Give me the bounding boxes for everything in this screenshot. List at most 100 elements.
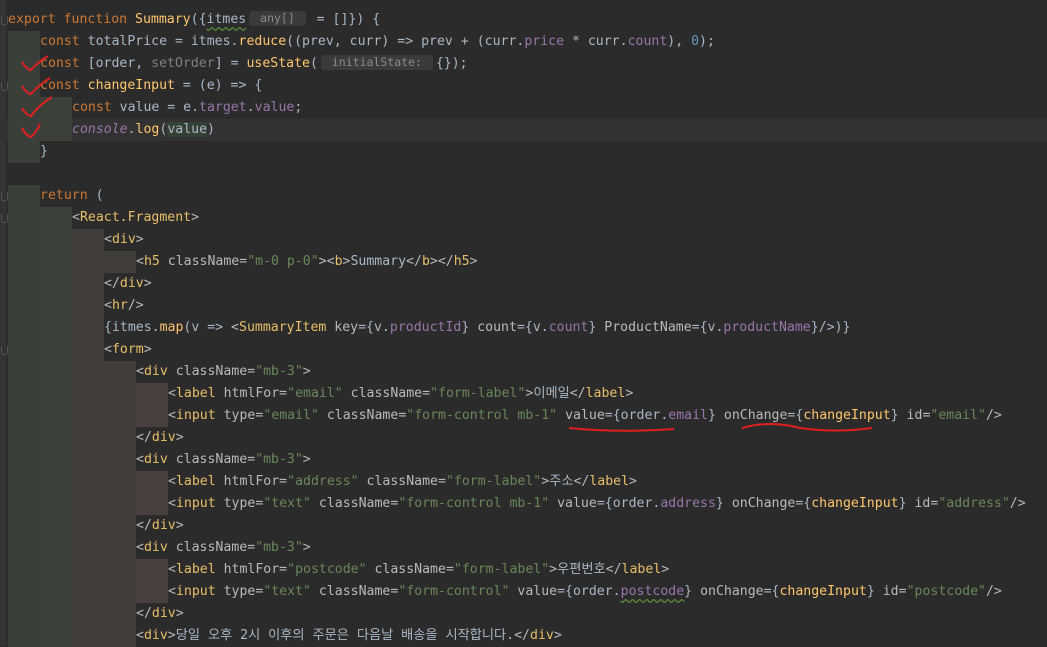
code-token: id (882, 584, 899, 599)
code-line[interactable] (0, 163, 1047, 185)
code-token: > (302, 452, 311, 467)
code-text: const [order, setOrder] = useState( init… (40, 53, 468, 75)
code-line[interactable]: export function Summary({itmes any[] = [… (0, 9, 1047, 31)
code-line[interactable]: const [order, setOrder] = useState( init… (0, 53, 1047, 75)
code-token: "postcode" (906, 584, 986, 599)
code-token: address (660, 496, 716, 511)
code-token: 주소 (549, 474, 574, 489)
parameter-hint: initialState: (320, 55, 433, 70)
code-token: reduce (238, 34, 287, 49)
code-line[interactable]: <div> (0, 229, 1047, 251)
code-line[interactable]: const value = e.target.value; (0, 97, 1047, 119)
code-token: "postcode" (287, 562, 375, 577)
indent-guide (72, 449, 104, 471)
indent-guide (8, 185, 40, 207)
indent-guide (72, 625, 104, 647)
indent-guide (40, 625, 72, 647)
code-token: ) (207, 122, 215, 137)
code-token: className (366, 474, 438, 489)
code-token: type (223, 408, 256, 423)
code-line[interactable]: const changeInput = (e) => { (0, 75, 1047, 97)
code-line[interactable]: <hr/> (0, 295, 1047, 317)
code-token: ={order. (604, 408, 669, 423)
code-text: <div className="mb-3"> (136, 361, 311, 383)
code-line[interactable]: </div> (0, 427, 1047, 449)
code-token: value (565, 408, 605, 423)
code-editor[interactable]: export function Summary({itmes any[] = [… (0, 0, 1047, 647)
code-line[interactable]: } (0, 141, 1047, 163)
code-line[interactable]: <input type="text" className="form-contr… (0, 493, 1047, 515)
code-line[interactable]: console.log(value) (0, 119, 1047, 141)
code-line[interactable]: <label htmlFor="address" className="form… (0, 471, 1047, 493)
indent-guide (72, 383, 104, 405)
indent-guide (8, 251, 40, 273)
code-token: ProductName (604, 320, 692, 335)
code-line[interactable]: <label htmlFor="email" className="form-l… (0, 383, 1047, 405)
code-token: "form-label" (445, 474, 542, 489)
code-token: return (40, 188, 96, 203)
code-text: {itmes.map(v => <SummaryItem key={v.prod… (104, 317, 850, 339)
indent-guide (40, 603, 72, 625)
indent-guide (8, 53, 40, 75)
indent-guide (8, 317, 40, 339)
indent-guide (72, 581, 104, 603)
code-token: > (175, 518, 184, 533)
code-line[interactable]: </div> (0, 603, 1047, 625)
indent-guide (40, 383, 72, 405)
code-line[interactable]: <div className="mb-3"> (0, 361, 1047, 383)
code-line[interactable]: <h5 className="m-0 p-0"><b>Summary</b></… (0, 251, 1047, 273)
code-token: div (143, 628, 168, 643)
code-line[interactable]: <div className="mb-3"> (0, 449, 1047, 471)
code-line[interactable]: return ( (0, 185, 1047, 207)
code-token: Summary (350, 254, 407, 269)
code-line[interactable]: {itmes.map(v => <SummaryItem key={v.prod… (0, 317, 1047, 339)
code-text: <label htmlFor="email" className="form-l… (168, 383, 633, 405)
code-line[interactable]: <label htmlFor="postcode" className="for… (0, 559, 1047, 581)
indent-guide (72, 273, 104, 295)
code-token: className (374, 562, 446, 577)
code-token: < (168, 386, 176, 401)
indent-guide (72, 493, 104, 515)
code-token: h5 (143, 254, 168, 269)
code-token: className (175, 540, 248, 555)
code-token: label (585, 386, 626, 401)
code-line[interactable]: const totalPrice = itmes.reduce((prev, c… (0, 31, 1047, 53)
indent-guide (104, 427, 136, 449)
code-line[interactable]: </div> (0, 273, 1047, 295)
code-token: ={order. (557, 584, 621, 599)
code-token: = (279, 386, 288, 401)
code-text: <hr/> (104, 295, 144, 317)
code-token: className (175, 452, 248, 467)
code-token: } (898, 496, 915, 511)
indent-guide (40, 427, 72, 449)
indent-guide (40, 361, 72, 383)
indent-guide (8, 449, 40, 471)
code-text: const value = e.target.value; (72, 97, 302, 119)
code-token: type (223, 496, 256, 511)
code-token: div (530, 628, 554, 643)
code-token: < (104, 232, 112, 247)
indent-guide (8, 31, 40, 53)
code-token: b (334, 254, 343, 269)
code-line[interactable]: <React.Fragment> (0, 207, 1047, 229)
indent-guide (136, 405, 168, 427)
indent-guide (40, 449, 72, 471)
code-token: changeInput (779, 584, 867, 599)
code-token: ((prev, curr) => prev + (curr. (286, 34, 525, 49)
indent-guide (104, 449, 136, 471)
indent-guide (8, 339, 40, 361)
code-line[interactable]: <div className="mb-3"> (0, 537, 1047, 559)
indent-guide (8, 295, 40, 317)
code-line[interactable]: <form> (0, 339, 1047, 361)
code-token: . (127, 122, 136, 137)
code-token: ={order. (596, 496, 661, 511)
code-line[interactable]: </div> (0, 515, 1047, 537)
indent-guide (136, 581, 168, 603)
code-line[interactable]: <div>당일 오후 2시 이후의 주문은 다음날 배송을 시작합니다.</di… (0, 625, 1047, 647)
code-text: <label htmlFor="postcode" className="for… (168, 559, 669, 581)
indent-guide (8, 493, 40, 515)
indent-guide (8, 141, 40, 163)
code-token: changeInput (811, 496, 899, 511)
code-line[interactable]: <input type="text" className="form-contr… (0, 581, 1047, 603)
code-line[interactable]: <input type="email" className="form-cont… (0, 405, 1047, 427)
